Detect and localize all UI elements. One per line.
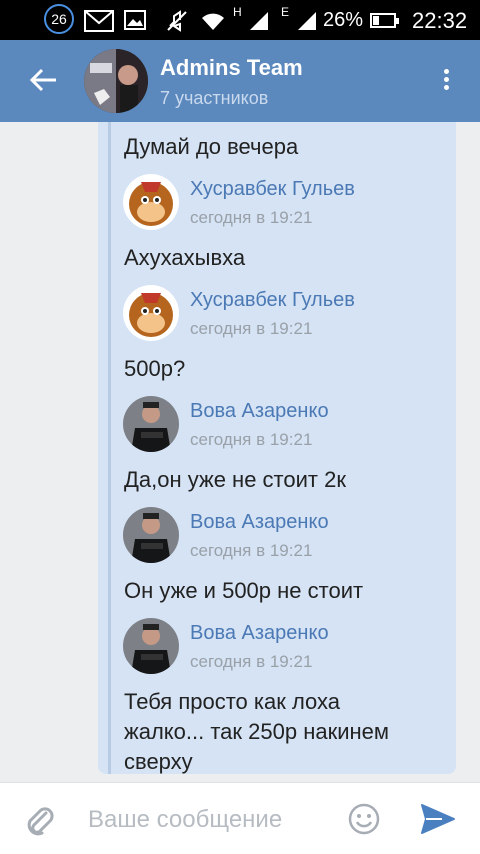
message-text: сверху	[124, 749, 193, 774]
author-name[interactable]: Вова Азаренко	[190, 511, 329, 534]
message-list[interactable]: Думай до вечера Хусравбек Гульев сегодня…	[0, 122, 480, 782]
status-bar: 26 H E 26% 22:32	[0, 0, 480, 40]
image-icon	[124, 10, 146, 30]
message-time: сегодня в 19:21	[190, 208, 313, 227]
back-arrow-icon[interactable]	[26, 62, 62, 98]
network-type-h: H	[233, 5, 242, 19]
clock: 22:32	[412, 8, 468, 33]
battery-icon	[370, 13, 399, 28]
battery-percent: 26%	[323, 9, 364, 31]
more-menu-icon[interactable]	[436, 66, 456, 98]
message-text: Тебя просто как лоха	[124, 689, 341, 714]
group-avatar[interactable]	[84, 49, 148, 113]
network-type-e: E	[281, 5, 290, 19]
author-name[interactable]: Хусравбек Гульев	[190, 178, 355, 201]
author-avatar[interactable]	[123, 618, 179, 674]
message-time: сегодня в 19:21	[190, 541, 313, 560]
muted-icon	[167, 10, 187, 32]
message-text: Он уже и 500р не стоит	[124, 578, 364, 603]
notification-badge: 26	[44, 4, 74, 34]
quote-line	[108, 122, 111, 774]
message-text: жалко... так 250р накинем	[124, 719, 390, 744]
message-time: сегодня в 19:21	[190, 430, 313, 449]
send-icon[interactable]	[418, 801, 458, 837]
chat-member-count: 7 участников	[160, 88, 269, 108]
message-text: 500р?	[124, 356, 186, 381]
attachment-icon[interactable]	[22, 803, 58, 839]
mail-icon	[84, 10, 114, 32]
message-time: сегодня в 19:21	[190, 319, 313, 338]
author-name[interactable]: Хусравбек Гульев	[190, 289, 355, 312]
author-avatar[interactable]	[123, 396, 179, 452]
message-time: сегодня в 19:21	[190, 652, 313, 671]
author-name[interactable]: Вова Азаренко	[190, 400, 329, 423]
signal-icon-2	[298, 12, 316, 30]
emoji-icon[interactable]	[346, 801, 382, 837]
signal-icon	[250, 12, 268, 30]
message-input[interactable]	[86, 803, 340, 837]
wifi-icon	[202, 13, 224, 30]
message-composer	[0, 782, 480, 854]
author-avatar[interactable]	[123, 285, 179, 341]
chat-header: Admins Team 7 участников	[0, 40, 480, 122]
chat-title: Admins Team	[160, 55, 303, 80]
author-avatar[interactable]	[123, 174, 179, 230]
author-name[interactable]: Вова Азаренко	[190, 622, 329, 645]
message-text: Думай до вечера	[124, 134, 299, 159]
message-text: Ахухахывха	[124, 245, 246, 270]
message-text: Да,он уже не стоит 2к	[124, 467, 346, 492]
author-avatar[interactable]	[123, 507, 179, 563]
